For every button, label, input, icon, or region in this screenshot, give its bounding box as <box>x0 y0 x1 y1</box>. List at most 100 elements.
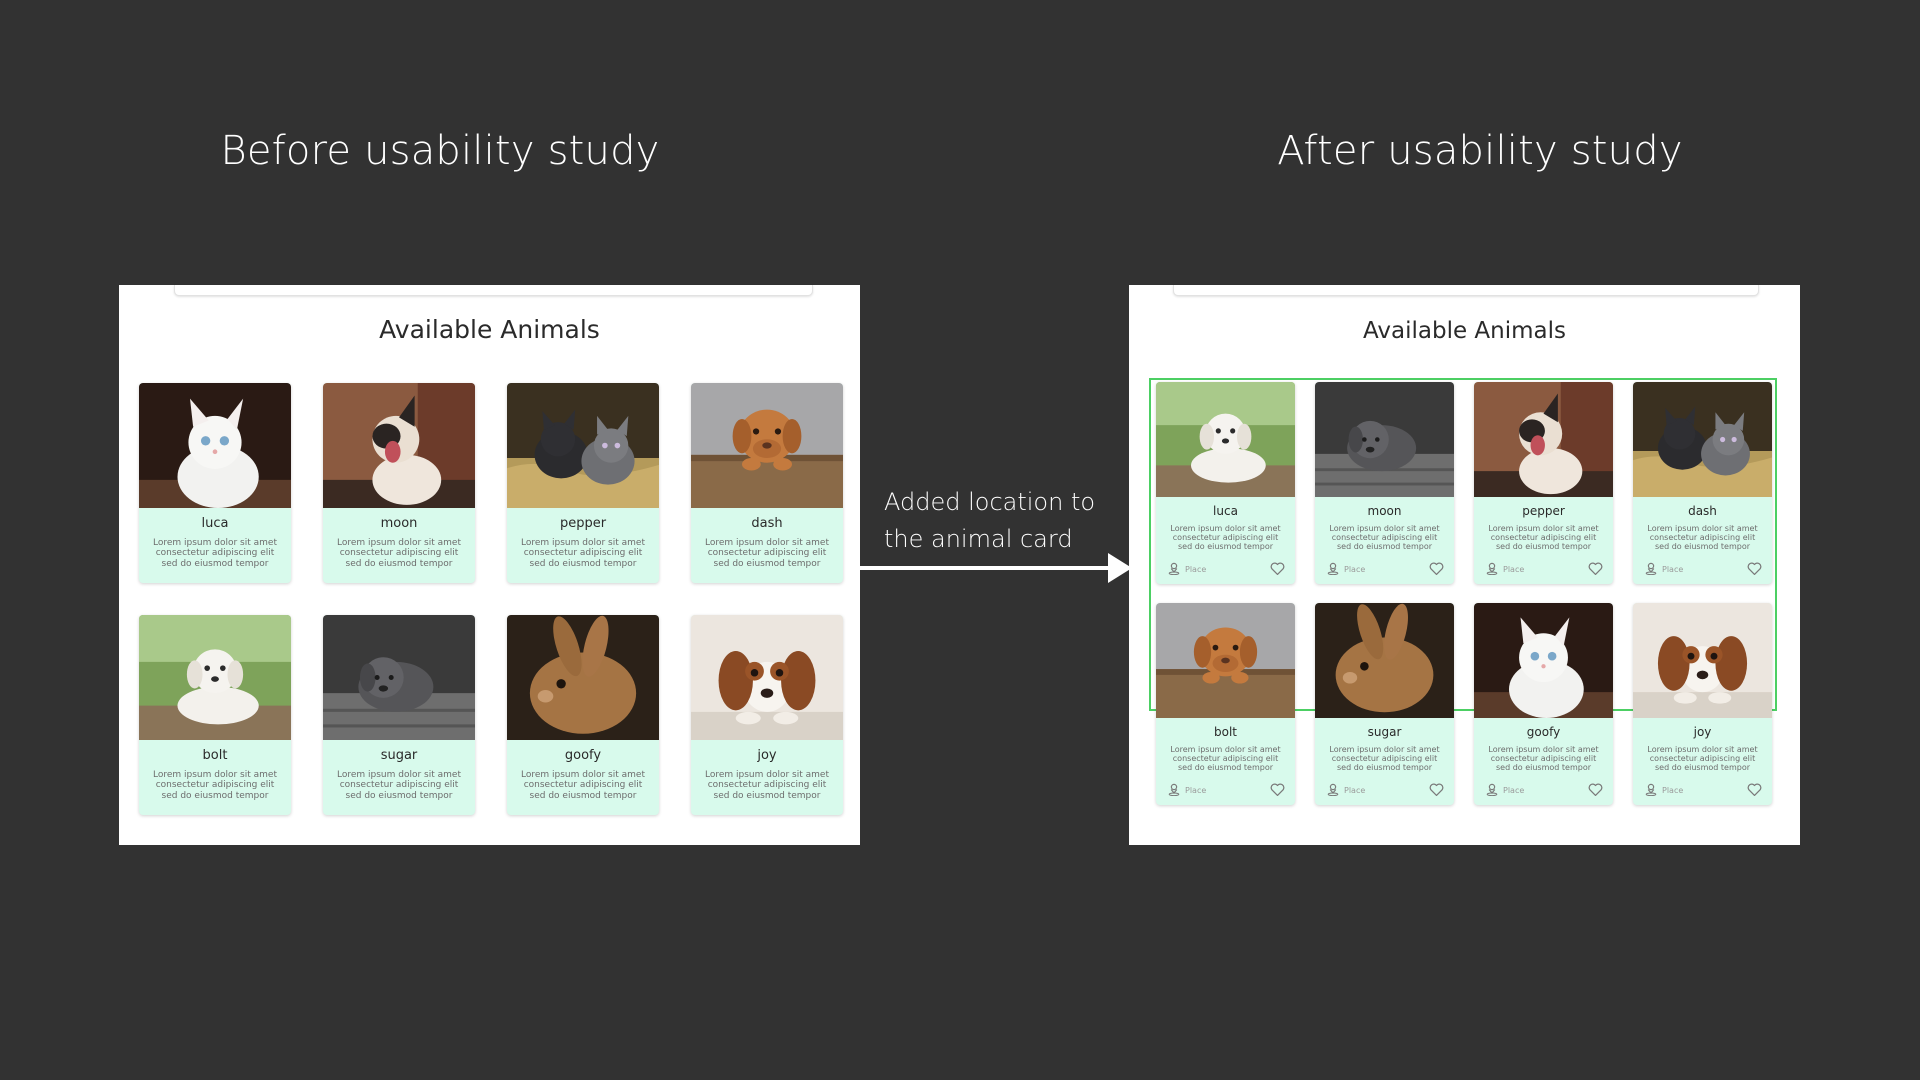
page-title: Available Animals <box>1363 318 1566 344</box>
animal-photo <box>139 615 291 740</box>
animal-card[interactable]: pepper Lorem ipsum dolor sit amet consec… <box>1474 382 1613 584</box>
animal-name: goofy <box>564 748 602 763</box>
card-footer: Place <box>1474 781 1613 800</box>
card-footer: Place <box>1315 560 1454 579</box>
animal-card[interactable]: goofy Lorem ipsum dolor sit amet consect… <box>507 615 659 815</box>
location-label: Place <box>1185 564 1207 574</box>
animal-name: goofy <box>1526 725 1561 739</box>
page-title: Available Animals <box>379 315 600 344</box>
heart-icon[interactable] <box>1588 560 1603 579</box>
card-footer: Place <box>1156 781 1295 800</box>
yawning-kitten-photo <box>1474 382 1613 497</box>
heart-icon[interactable] <box>1429 781 1444 800</box>
heart-icon[interactable] <box>1747 781 1762 800</box>
location-label: Place <box>1662 564 1684 574</box>
location-label: Place <box>1185 785 1207 795</box>
animal-description: Lorem ipsum dolor sit amet consectetur a… <box>337 538 461 569</box>
animal-description: Lorem ipsum dolor sit amet consectetur a… <box>705 538 829 569</box>
animal-card[interactable]: joy Lorem ipsum dolor sit amet consectet… <box>1633 603 1772 805</box>
animal-card[interactable]: bolt Lorem ipsum dolor sit amet consecte… <box>1156 603 1295 805</box>
location: Place <box>1327 560 1365 579</box>
heart-icon[interactable] <box>1588 781 1603 800</box>
heart-icon[interactable] <box>1747 560 1762 579</box>
animal-description: Lorem ipsum dolor sit amet consectetur a… <box>1488 524 1599 552</box>
animal-photo <box>1315 382 1454 497</box>
animal-name: joy <box>757 748 777 763</box>
brown-puppy-photo <box>1156 603 1295 718</box>
yawning-kitten-photo <box>323 383 475 508</box>
animal-photo <box>323 383 475 508</box>
animal-description: Lorem ipsum dolor sit amet consectetur a… <box>521 538 645 569</box>
location: Place <box>1486 781 1524 800</box>
gray-puppy-photo <box>1315 382 1454 497</box>
location-label: Place <box>1503 564 1525 574</box>
animal-card[interactable]: luca Lorem ipsum dolor sit amet consecte… <box>139 383 291 583</box>
animal-photo <box>1474 603 1613 718</box>
animal-photo <box>507 383 659 508</box>
animal-description: Lorem ipsum dolor sit amet consectetur a… <box>521 770 645 801</box>
animal-card[interactable]: joy Lorem ipsum dolor sit amet consectet… <box>691 615 843 815</box>
animal-name: bolt <box>202 748 228 763</box>
animal-card[interactable]: sugar Lorem ipsum dolor sit amet consect… <box>1315 603 1454 805</box>
two-kittens-photo <box>507 383 659 508</box>
after-heading: After usability study <box>1277 128 1683 174</box>
heart-icon[interactable] <box>1270 781 1285 800</box>
location-label: Place <box>1503 785 1525 795</box>
after-screen: Available Animals luca Lorem ipsum dolor… <box>1129 285 1800 845</box>
rabbit-photo <box>1315 603 1454 718</box>
animal-description: Lorem ipsum dolor sit amet consectetur a… <box>1647 745 1758 773</box>
person-pin-icon <box>1486 560 1498 579</box>
spaniel-photo <box>691 615 843 740</box>
animal-description: Lorem ipsum dolor sit amet consectetur a… <box>705 770 829 801</box>
animal-photo <box>691 383 843 508</box>
animal-card[interactable]: pepper Lorem ipsum dolor sit amet consec… <box>507 383 659 583</box>
animal-card[interactable]: goofy Lorem ipsum dolor sit amet consect… <box>1474 603 1613 805</box>
animal-name: dash <box>1688 504 1717 518</box>
animal-card[interactable]: sugar Lorem ipsum dolor sit amet consect… <box>323 615 475 815</box>
animal-name: moon <box>1367 504 1402 518</box>
animal-description: Lorem ipsum dolor sit amet consectetur a… <box>153 538 277 569</box>
animal-card[interactable]: moon Lorem ipsum dolor sit amet consecte… <box>1315 382 1454 584</box>
animal-photo <box>139 383 291 508</box>
change-annotation: Added location to the animal card <box>884 488 1096 553</box>
animal-name: luca <box>1213 504 1238 518</box>
heart-icon[interactable] <box>1270 560 1285 579</box>
location: Place <box>1645 781 1683 800</box>
heart-icon[interactable] <box>1429 560 1444 579</box>
animal-description: Lorem ipsum dolor sit amet consectetur a… <box>1329 745 1440 773</box>
search-bar[interactable] <box>174 285 813 296</box>
search-bar[interactable] <box>1173 285 1759 296</box>
location: Place <box>1168 781 1206 800</box>
animal-card[interactable]: dash Lorem ipsum dolor sit amet consecte… <box>1633 382 1772 584</box>
animal-name: sugar <box>1367 725 1402 739</box>
location-label: Place <box>1344 785 1366 795</box>
animal-name: bolt <box>1214 725 1237 739</box>
animal-card[interactable]: bolt Lorem ipsum dolor sit amet consecte… <box>139 615 291 815</box>
location: Place <box>1486 560 1524 579</box>
rabbit-photo <box>507 615 659 740</box>
animal-photo <box>507 615 659 740</box>
white-puppy-photo <box>1156 382 1295 497</box>
person-pin-icon <box>1645 560 1657 579</box>
animal-description: Lorem ipsum dolor sit amet consectetur a… <box>337 770 461 801</box>
card-footer: Place <box>1474 560 1613 579</box>
person-pin-icon <box>1168 781 1180 800</box>
animal-card[interactable]: moon Lorem ipsum dolor sit amet consecte… <box>323 383 475 583</box>
animal-photo <box>691 615 843 740</box>
white-puppy-photo <box>139 615 291 740</box>
right-arrow-icon <box>860 553 1132 583</box>
location-label: Place <box>1344 564 1366 574</box>
person-pin-icon <box>1645 781 1657 800</box>
spaniel-photo <box>1633 603 1772 718</box>
animal-photo <box>1474 382 1613 497</box>
person-pin-icon <box>1486 781 1498 800</box>
animal-card[interactable]: luca Lorem ipsum dolor sit amet consecte… <box>1156 382 1295 584</box>
animal-grid: luca Lorem ipsum dolor sit amet consecte… <box>139 383 843 815</box>
animal-card[interactable]: dash Lorem ipsum dolor sit amet consecte… <box>691 383 843 583</box>
animal-description: Lorem ipsum dolor sit amet consectetur a… <box>1488 745 1599 773</box>
animal-photo <box>1156 382 1295 497</box>
person-pin-icon <box>1327 781 1339 800</box>
before-screen: Available Animals luca Lorem ipsum dolor… <box>119 285 860 845</box>
animal-name: luca <box>201 516 229 531</box>
before-heading: Before usability study <box>220 128 660 174</box>
